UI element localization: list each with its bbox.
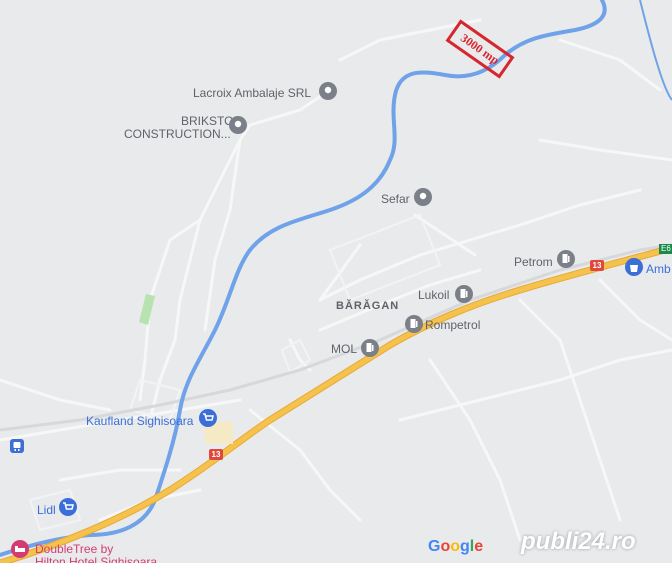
petrom-label: Petrom: [514, 255, 553, 269]
parcel-outlines: [28, 213, 442, 532]
shopping-cart-icon[interactable]: [58, 497, 78, 519]
rompetrol-label: Rompetrol: [425, 318, 481, 332]
kaufland-label: Kaufland Sighisoara: [86, 414, 194, 428]
gas-station-icon[interactable]: [556, 249, 576, 271]
highway-casing: [0, 244, 672, 563]
gas-station-icon[interactable]: [360, 338, 380, 360]
gas-station-icon[interactable]: [404, 314, 424, 336]
road-shield-13: 13: [590, 260, 604, 271]
edge-road-badge: E6: [659, 244, 672, 254]
park-area: [139, 294, 155, 325]
brikston-label-line2: CONSTRUCTION...: [124, 127, 231, 141]
lacroix-label: Lacroix Ambalaje SRL: [193, 86, 312, 100]
place-pin-icon[interactable]: [413, 187, 433, 209]
district-baragan-label: BĂRĂGAN: [336, 300, 400, 312]
lukoil-label: Lukoil: [418, 288, 450, 302]
place-pin-icon[interactable]: [228, 115, 248, 137]
google-logo-letter: G: [428, 538, 441, 555]
shopping-bag-icon[interactable]: [624, 257, 644, 279]
road-shield-13: 13: [209, 449, 223, 460]
doubletree-label-line2: Hilton Hotel Sighisoara: [35, 555, 158, 563]
publi24-watermark: publi24.ro: [521, 528, 636, 555]
lidl-label: Lidl: [37, 503, 56, 517]
shopping-cart-icon[interactable]: [198, 408, 218, 430]
mol-label: MOL: [331, 342, 358, 356]
google-logo-letter: g: [460, 538, 470, 555]
river-branch: [639, 0, 672, 101]
train-station-icon[interactable]: [9, 438, 25, 454]
map-canvas[interactable]: Lacroix Ambalaje SRL BRIKSTON CONSTRUCTI…: [0, 0, 672, 563]
place-pin-icon[interactable]: [318, 81, 338, 103]
google-logo-letter: o: [450, 538, 461, 555]
sefar-label: Sefar: [381, 192, 410, 206]
google-logo: Google: [428, 538, 483, 556]
highway-dn13[interactable]: [0, 245, 672, 563]
gas-station-icon[interactable]: [454, 284, 474, 306]
doubletree-label-line1: DoubleTree by: [35, 542, 114, 556]
google-logo-letter: o: [440, 538, 451, 555]
hotel-bed-icon[interactable]: [10, 539, 30, 561]
river-tarnava: [0, 0, 607, 557]
google-logo-letter: e: [474, 538, 484, 555]
amb-label: Amb: [646, 262, 671, 276]
